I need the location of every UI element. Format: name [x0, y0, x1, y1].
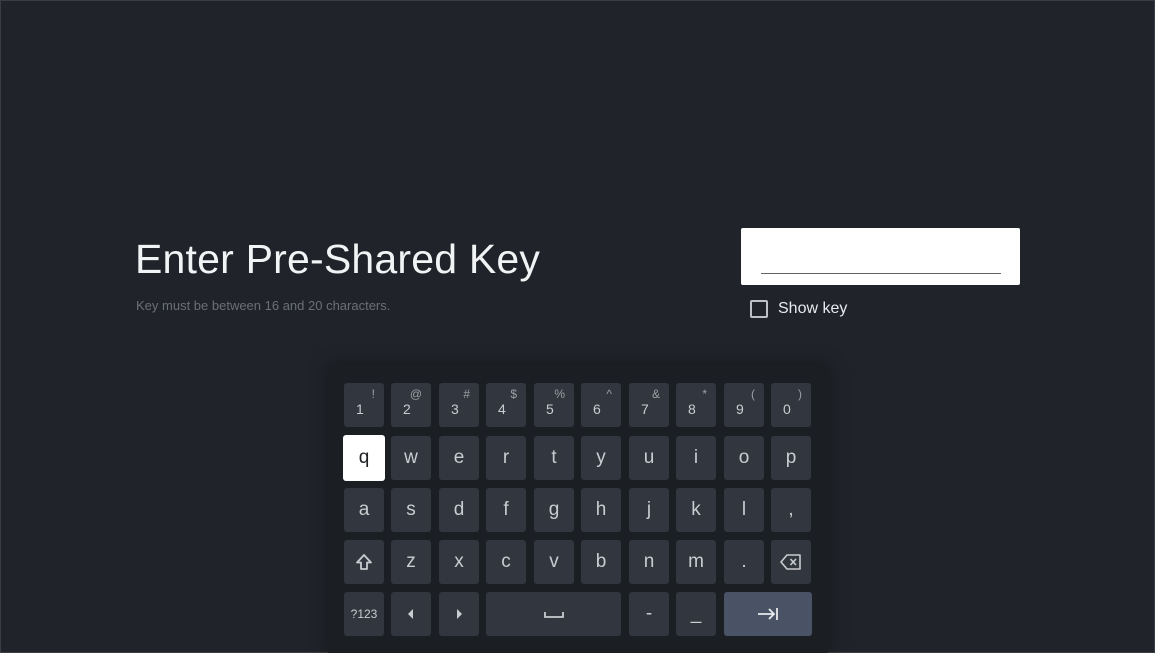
- key-c[interactable]: c: [486, 540, 526, 584]
- key-p[interactable]: p: [771, 436, 811, 480]
- key-backspace[interactable]: [771, 540, 811, 584]
- key-period[interactable]: .: [724, 540, 764, 584]
- key-4[interactable]: 4 $: [486, 383, 526, 427]
- key-a[interactable]: a: [344, 488, 384, 532]
- shift-icon: [356, 554, 372, 570]
- key-w[interactable]: w: [391, 436, 431, 480]
- key-underscore[interactable]: _: [676, 592, 716, 636]
- key-u[interactable]: u: [629, 436, 669, 480]
- key-z[interactable]: z: [391, 540, 431, 584]
- key-5[interactable]: 5%: [534, 383, 574, 427]
- key-r[interactable]: r: [486, 436, 526, 480]
- key-space[interactable]: [486, 592, 621, 636]
- key-i[interactable]: i: [676, 436, 716, 480]
- onscreen-keyboard: 1! 2 @ 3 # 4 $ 5% 6 ^ 7 & 8 * 9( 0) q w e r t …: [328, 365, 828, 653]
- key-2[interactable]: 2 @: [391, 383, 431, 427]
- key-d[interactable]: d: [439, 488, 479, 532]
- tab-next-icon: [758, 608, 778, 620]
- checkbox-box[interactable]: [750, 300, 768, 318]
- key-9[interactable]: 9(: [724, 383, 764, 427]
- key-comma[interactable]: ,: [771, 488, 811, 532]
- key-j[interactable]: j: [629, 488, 669, 532]
- key-0[interactable]: 0): [771, 383, 811, 427]
- show-key-checkbox[interactable]: Show key: [750, 300, 847, 318]
- key-next[interactable]: [724, 592, 812, 636]
- key-e[interactable]: e: [439, 436, 479, 480]
- cursor-right-icon: [457, 609, 462, 619]
- input-underline: [761, 273, 1001, 274]
- key-s[interactable]: s: [391, 488, 431, 532]
- key-b[interactable]: b: [581, 540, 621, 584]
- key-8[interactable]: 8 *: [676, 383, 716, 427]
- cursor-left-icon: [408, 609, 413, 619]
- key-m[interactable]: m: [676, 540, 716, 584]
- key-g[interactable]: g: [534, 488, 574, 532]
- key-3[interactable]: 3 #: [439, 383, 479, 427]
- backspace-icon: [780, 554, 801, 570]
- key-input-container[interactable]: [741, 228, 1020, 285]
- key-h[interactable]: h: [581, 488, 621, 532]
- key-input[interactable]: [761, 242, 1004, 272]
- key-q[interactable]: q: [343, 435, 385, 481]
- key-1[interactable]: 1!: [344, 383, 384, 427]
- key-v[interactable]: v: [534, 540, 574, 584]
- key-t[interactable]: t: [534, 436, 574, 480]
- key-o[interactable]: o: [724, 436, 764, 480]
- key-cursor-right[interactable]: [439, 592, 479, 636]
- key-cursor-left[interactable]: [391, 592, 431, 636]
- key-shift[interactable]: [344, 540, 384, 584]
- key-7[interactable]: 7 &: [629, 383, 669, 427]
- key-hyphen[interactable]: -: [629, 592, 669, 636]
- key-x[interactable]: x: [439, 540, 479, 584]
- key-6[interactable]: 6 ^: [581, 383, 621, 427]
- key-n[interactable]: n: [629, 540, 669, 584]
- key-y[interactable]: y: [581, 436, 621, 480]
- key-k[interactable]: k: [676, 488, 716, 532]
- key-symbols[interactable]: ?123: [344, 592, 384, 636]
- show-key-label: Show key: [778, 300, 848, 317]
- page-title: Enter Pre-Shared Key: [135, 236, 541, 282]
- key-l[interactable]: l: [724, 488, 764, 532]
- key-f[interactable]: f: [486, 488, 526, 532]
- space-icon: [543, 612, 564, 618]
- page-subtitle: Key must be between 16 and 20 characters…: [136, 298, 391, 313]
